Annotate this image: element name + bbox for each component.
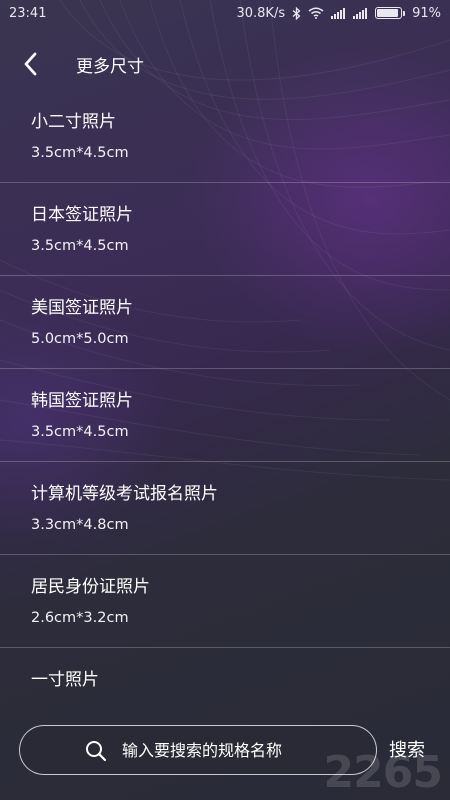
size-dimensions: 3.5cm*4.5cm: [31, 424, 129, 440]
battery-level-fill: [377, 9, 399, 17]
status-time: 23:41: [9, 5, 47, 21]
chevron-left-icon: [24, 52, 37, 76]
size-dimensions: 5.0cm*5.0cm: [31, 331, 129, 347]
size-name: 居民身份证照片: [31, 577, 150, 597]
size-dimensions: 3.5cm*4.5cm: [31, 238, 129, 254]
network-speed: 30.8K/s: [236, 5, 286, 21]
back-button[interactable]: [0, 42, 60, 86]
watermark: 2265: [323, 747, 443, 798]
size-name: 一寸照片: [31, 670, 99, 690]
size-dimensions: 2.6cm*3.2cm: [31, 610, 129, 626]
size-name: 计算机等级考试报名照片: [31, 484, 218, 504]
signal-icon: [353, 7, 368, 19]
size-name: 日本签证照片: [31, 205, 133, 225]
size-dimensions: 3.5cm*4.5cm: [31, 145, 129, 161]
size-name: 美国签证照片: [31, 298, 133, 318]
signal-icon: [331, 7, 346, 19]
size-list-item[interactable]: 居民身份证照片 2.6cm*3.2cm: [0, 555, 450, 648]
size-name: 小二寸照片: [31, 112, 116, 132]
search-icon: [86, 741, 107, 762]
bluetooth-icon: [292, 6, 301, 20]
size-list: 小二寸照片 3.5cm*4.5cm 日本签证照片 3.5cm*4.5cm 美国签…: [0, 90, 450, 741]
size-list-item[interactable]: 小二寸照片 3.5cm*4.5cm: [0, 90, 450, 183]
size-list-item[interactable]: 韩国签证照片 3.5cm*4.5cm: [0, 369, 450, 462]
app-header: 更多尺寸: [0, 42, 450, 86]
size-name: 韩国签证照片: [31, 391, 133, 411]
size-list-item[interactable]: 计算机等级考试报名照片 3.3cm*4.8cm: [0, 462, 450, 555]
size-list-item[interactable]: 美国签证照片 5.0cm*5.0cm: [0, 276, 450, 369]
status-icons: 30.8K/s 91%: [236, 6, 441, 21]
wifi-icon: [308, 7, 324, 19]
size-dimensions: 3.3cm*4.8cm: [31, 517, 129, 533]
size-list-item[interactable]: 日本签证照片 3.5cm*4.5cm: [0, 183, 450, 276]
battery-percent: 91%: [412, 5, 441, 21]
status-bar: 23:41 30.8K/s 91%: [0, 0, 450, 26]
battery-icon: [375, 7, 406, 19]
page-title: 更多尺寸: [76, 56, 144, 77]
